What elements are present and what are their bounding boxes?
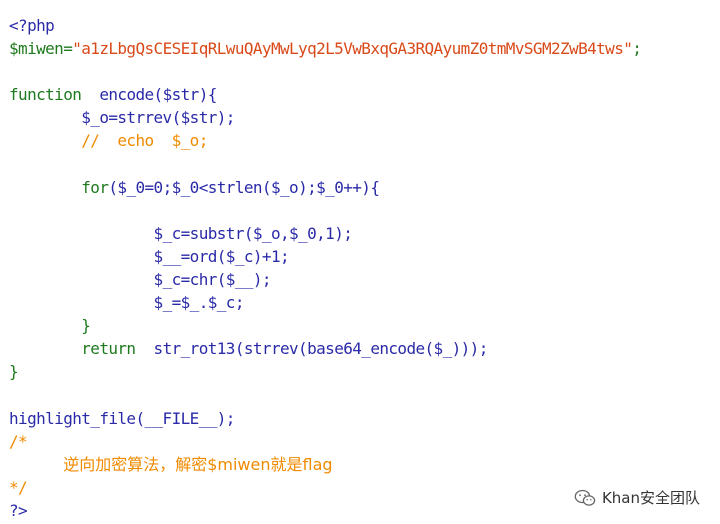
- code-token: <?php: [9, 16, 55, 35]
- wechat-icon: [574, 489, 596, 507]
- code-token: $_=$_.$_c;: [153, 293, 245, 313]
- code-token: /*: [9, 431, 28, 451]
- code-token: ($_0=0;$_0<strlen($_o);$_0++){: [108, 177, 380, 197]
- code-token: return: [81, 339, 154, 359]
- code-token: $__=ord($_c)+1;: [153, 246, 290, 266]
- code-token: $_c=substr($_o,$_0,1);: [153, 223, 353, 243]
- code-token: */: [9, 477, 28, 497]
- code-line: 逆向加密算法，解密$miwen就是flag: [9, 453, 641, 476]
- watermark: Khan安全团队: [574, 487, 700, 508]
- code-token: // echo $_o;: [81, 131, 208, 151]
- code-line: }: [9, 314, 641, 337]
- code-token: encode($str){: [99, 85, 217, 105]
- code-line: }: [9, 360, 641, 383]
- code-line: for($_0=0;$_0<strlen($_o);$_0++){: [9, 176, 641, 199]
- watermark-text: Khan安全团队: [601, 489, 700, 507]
- code-token: ?>: [9, 500, 28, 520]
- code-line: $_c=chr($__);: [9, 268, 641, 291]
- code-line: */: [9, 476, 641, 499]
- code-view: <?php $miwen="a1zLbgQsCESEIqRLwuQAyMwLyq2…: [9, 14, 642, 522]
- code-token: for: [81, 177, 109, 197]
- code-line: $miwen="a1zLbgQsCESEIqRLwuQAyMwLyq2L5VwB…: [9, 37, 642, 60]
- code-token: }: [9, 362, 19, 382]
- code-line: function encode($str){: [9, 83, 641, 106]
- code-line: // echo $_o;: [9, 129, 641, 152]
- code-line: $_o=strrev($str);: [9, 106, 641, 129]
- code-token: $_o=strrev($str);: [81, 108, 235, 128]
- code-line: ?>: [9, 499, 641, 522]
- code-token: str_rot13(strrev(base64_encode($_)));: [153, 339, 489, 359]
- code-token: highlight_file(__FILE__);: [9, 408, 235, 428]
- code-token: }: [81, 316, 91, 336]
- code-line: $__=ord($_c)+1;: [9, 245, 641, 268]
- code-token: 逆向加密算法，解密$miwen就是flag: [63, 454, 333, 474]
- code-token: ;: [632, 39, 642, 59]
- code-line: $_=$_.$_c;: [9, 291, 641, 314]
- code-token: $miwen=: [9, 39, 73, 59]
- code-line: highlight_file(__FILE__);: [9, 407, 641, 430]
- code-token: function: [9, 85, 100, 105]
- code-line: <?php: [9, 14, 641, 37]
- code-line: $_c=substr($_o,$_0,1);: [9, 222, 641, 245]
- code-token: "a1zLbgQsCESEIqRLwuQAyMwLyq2L5VwBxqGA3RQ…: [72, 39, 633, 59]
- code-line: return str_rot13(strrev(base64_encode($_…: [9, 337, 641, 360]
- code-line: /*: [9, 430, 641, 453]
- code-token: $_c=chr($__);: [153, 270, 272, 290]
